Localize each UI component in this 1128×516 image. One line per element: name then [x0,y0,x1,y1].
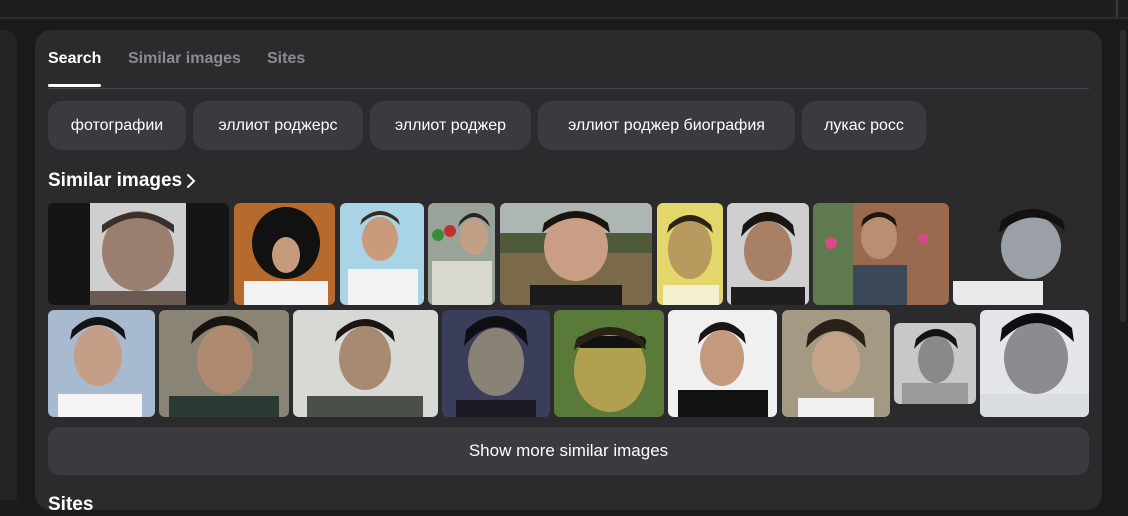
top-divider [1116,0,1118,17]
chip-elliot-rodger-biography[interactable]: эллиот роджер биография [538,101,795,150]
similar-image-thumb[interactable] [340,203,424,305]
tab-bar: Search Similar images Sites [48,48,1089,89]
similar-image-thumb[interactable] [782,310,890,417]
similar-image-thumb[interactable] [48,203,229,305]
page-scrollbar[interactable] [1118,30,1128,500]
similar-image-thumb[interactable] [980,310,1089,417]
similar-image-thumb[interactable] [428,203,495,305]
similar-image-thumb[interactable] [727,203,809,305]
similar-image-thumb[interactable] [234,203,335,305]
similar-image-thumb[interactable] [500,203,652,305]
tab-sites[interactable]: Sites [267,50,305,68]
show-more-similar-button[interactable]: Show more similar images [48,427,1089,475]
similar-image-thumb[interactable] [953,203,1089,305]
similar-image-thumb[interactable] [657,203,723,305]
similar-image-thumb[interactable] [813,203,949,305]
active-tab-indicator [48,84,101,87]
similar-images-heading[interactable]: Similar images [48,170,196,192]
similar-image-thumb[interactable] [668,310,777,417]
chip-elliot-rodger[interactable]: эллиот роджер [370,101,531,150]
similar-image-thumb[interactable] [159,310,289,417]
scrollbar-thumb[interactable] [1120,30,1126,322]
sites-heading: Sites [48,494,94,515]
similar-image-thumb[interactable] [48,310,155,417]
similar-image-thumb[interactable] [894,323,976,404]
tab-similar-images[interactable]: Similar images [128,50,241,68]
similar-images-title: Similar images [48,170,183,191]
chevron-right-icon [187,174,196,188]
tab-search[interactable]: Search [48,50,101,68]
left-side-panel [0,30,17,500]
similar-image-thumb[interactable] [293,310,438,417]
chip-elliot-rodgers[interactable]: эллиот роджерс [193,101,363,150]
browser-top-bar [0,0,1128,19]
chip-lukas-ross[interactable]: лукас росс [802,101,926,150]
search-results-panel: Search Similar images Sites фотографии э… [35,30,1102,515]
similar-image-thumb[interactable] [554,310,664,417]
chip-photos[interactable]: фотографии [48,101,186,150]
similar-image-thumb[interactable] [442,310,550,417]
